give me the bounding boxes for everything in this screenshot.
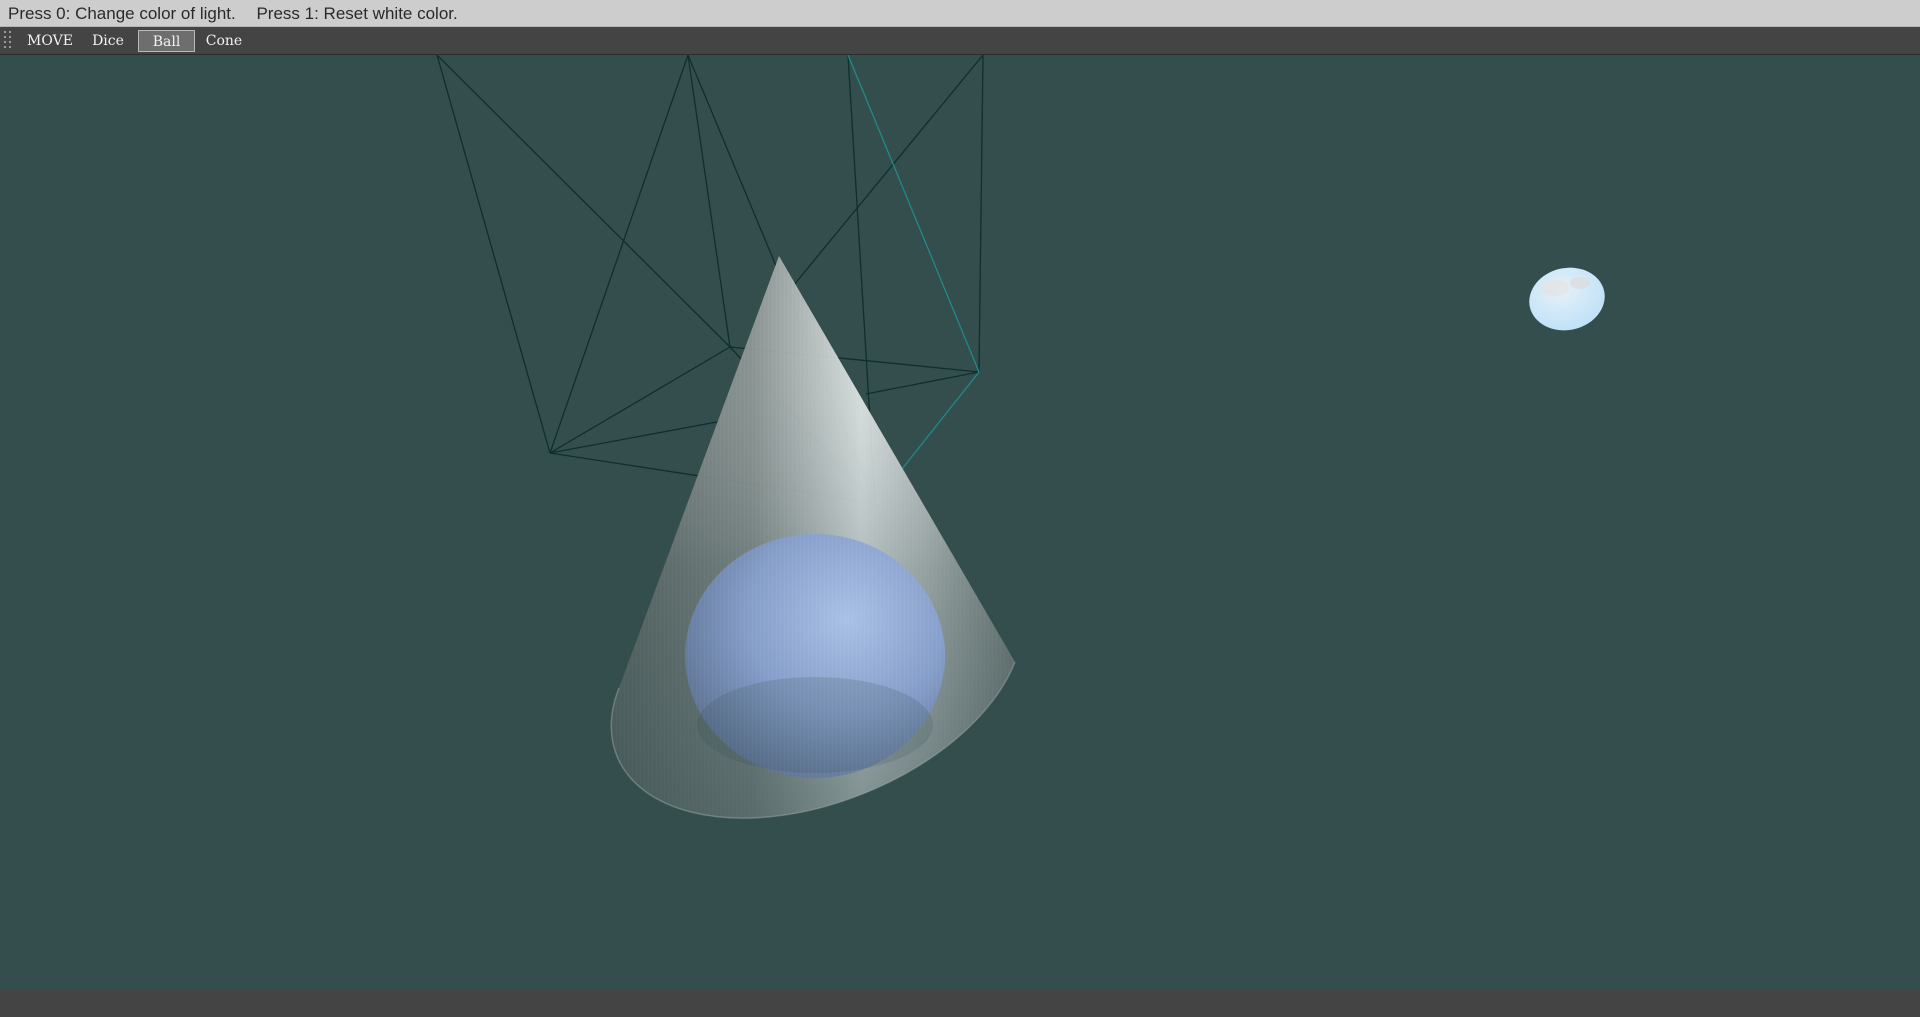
wireframe-dice (436, 55, 984, 504)
menu-cone-button[interactable]: Cone (200, 30, 248, 52)
3d-viewport[interactable] (0, 55, 1920, 989)
hint-change-light-color: Press 0: Change color of light. (8, 4, 236, 23)
hint-reset-white-color: Press 1: Reset white color. (256, 4, 458, 23)
ball-object (685, 534, 945, 778)
toolbar-grip-handle[interactable] (4, 30, 14, 51)
toolbar: MOVE Dice Ball Cone (0, 27, 1920, 55)
scene-canvas (436, 55, 1605, 819)
menu-move-button[interactable]: MOVE (26, 30, 74, 52)
moon-light-object (1529, 267, 1605, 331)
status-bar (0, 989, 1920, 1017)
menu-ball-button[interactable]: Ball (138, 30, 195, 52)
menu-dice-button[interactable]: Dice (84, 30, 132, 52)
instruction-bar: Press 0: Change color of light. Press 1:… (0, 0, 1920, 27)
